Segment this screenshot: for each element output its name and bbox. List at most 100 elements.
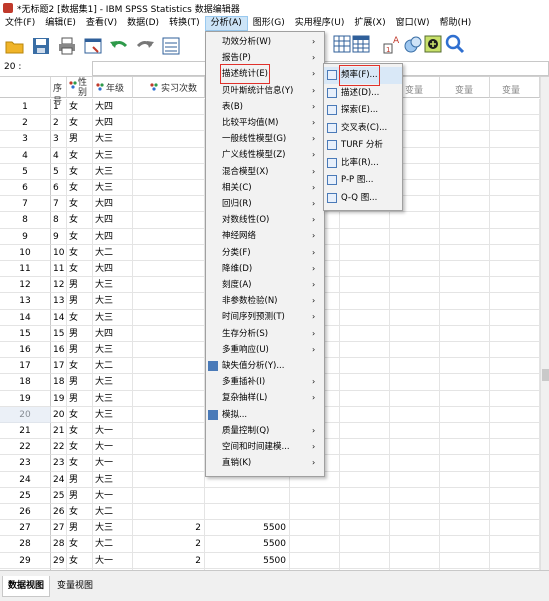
table-cell[interactable]: 19 [51, 390, 67, 407]
table-cell[interactable] [440, 309, 490, 326]
table-cell[interactable] [340, 325, 390, 342]
table-cell[interactable]: 9 [51, 228, 67, 245]
table-cell[interactable] [390, 309, 440, 326]
table-cell[interactable] [440, 520, 490, 537]
table-cell[interactable] [340, 455, 390, 472]
table-cell[interactable]: 大三 [93, 342, 133, 359]
analyze-menu-item[interactable]: 广义线性模型(Z) › [206, 147, 324, 163]
row-number[interactable]: 26 [0, 504, 51, 521]
table-cell[interactable]: 男 [67, 487, 93, 504]
menu-window[interactable]: 窗口(W) [391, 16, 435, 31]
row-number[interactable]: 18 [0, 374, 51, 391]
table-cell[interactable] [133, 196, 205, 213]
goto-case-icon[interactable] [160, 35, 182, 57]
table-cell[interactable] [440, 293, 490, 310]
table-cell[interactable] [440, 131, 490, 148]
corner-header[interactable] [0, 77, 51, 98]
table-cell[interactable]: 大四 [93, 99, 133, 116]
table-cell[interactable] [340, 390, 390, 407]
table-cell[interactable] [133, 293, 205, 310]
vertical-scrollbar[interactable] [540, 77, 549, 570]
table-cell[interactable] [390, 244, 440, 261]
table-cell[interactable] [440, 487, 490, 504]
undo-icon[interactable] [108, 35, 130, 57]
table-cell[interactable] [490, 325, 540, 342]
table-cell[interactable]: 大三 [93, 471, 133, 488]
table-cell[interactable] [133, 180, 205, 197]
table-cell[interactable]: 大三 [93, 180, 133, 197]
table-cell[interactable]: 1 [51, 99, 67, 116]
row-number[interactable]: 5 [0, 163, 51, 180]
table-cell[interactable] [133, 277, 205, 294]
table-cell[interactable]: 11 [51, 261, 67, 278]
table-cell[interactable] [340, 309, 390, 326]
descriptive-submenu-item[interactable]: Q-Q 图... [324, 190, 402, 207]
column-header-var-5[interactable]: 变量 [490, 77, 540, 98]
table-cell[interactable] [390, 325, 440, 342]
table-cell[interactable]: 23 [51, 455, 67, 472]
table-cell[interactable] [390, 374, 440, 391]
table-cell[interactable] [490, 455, 540, 472]
row-number[interactable]: 19 [0, 390, 51, 407]
table-cell[interactable]: 女 [67, 406, 93, 423]
table-cell[interactable] [133, 390, 205, 407]
table-cell[interactable] [390, 552, 440, 569]
table-cell[interactable] [133, 471, 205, 488]
table-cell[interactable] [440, 115, 490, 132]
menu-extensions[interactable]: 扩展(X) [349, 16, 390, 31]
analyze-menu-item[interactable]: 生存分析(S) › [206, 326, 324, 342]
row-number[interactable]: 15 [0, 325, 51, 342]
save-icon[interactable] [30, 35, 52, 57]
table-cell[interactable]: 女 [67, 455, 93, 472]
table-cell[interactable] [490, 309, 540, 326]
table-cell[interactable]: 24 [51, 471, 67, 488]
table-cell[interactable]: 5500 [205, 552, 290, 569]
value-labels-icon[interactable]: 1A [382, 33, 404, 55]
table-cell[interactable] [390, 342, 440, 359]
table-cell[interactable]: 大三 [93, 406, 133, 423]
table-cell[interactable]: 女 [67, 358, 93, 375]
table-cell[interactable]: 3 [51, 131, 67, 148]
table-cell[interactable] [390, 277, 440, 294]
table-cell[interactable] [490, 163, 540, 180]
analyze-menu-item[interactable]: 神经网络 › [206, 228, 324, 244]
table-cell[interactable] [440, 390, 490, 407]
table-cell[interactable] [490, 180, 540, 197]
menu-graphs[interactable]: 图形(G) [248, 16, 290, 31]
table-cell[interactable] [440, 358, 490, 375]
table-cell[interactable] [390, 439, 440, 456]
table-cell[interactable] [133, 99, 205, 116]
table-cell[interactable]: 6 [51, 180, 67, 197]
table-cell[interactable] [440, 147, 490, 164]
table-cell[interactable] [340, 552, 390, 569]
table-cell[interactable]: 14 [51, 309, 67, 326]
analyze-menu-item[interactable]: 描述统计(E) › [206, 64, 324, 85]
analyze-menu-item[interactable]: 报告(P) › [206, 50, 324, 66]
row-number[interactable]: 13 [0, 293, 51, 310]
scrollbar-thumb[interactable] [542, 369, 549, 381]
table-cell[interactable] [290, 487, 340, 504]
table-cell[interactable]: 大一 [93, 455, 133, 472]
row-number[interactable]: 16 [0, 342, 51, 359]
menu-view[interactable]: 查看(V) [81, 16, 122, 31]
analyze-menu-item[interactable]: 表(B) › [206, 99, 324, 115]
open-icon[interactable] [4, 35, 26, 57]
row-number[interactable]: 10 [0, 244, 51, 261]
table-cell[interactable] [490, 99, 540, 116]
table-cell[interactable]: 20 [51, 406, 67, 423]
analyze-menu-item[interactable]: 功效分析(W) › [206, 34, 324, 50]
table-cell[interactable] [490, 212, 540, 229]
row-number[interactable]: 2 [0, 115, 51, 132]
table-cell[interactable] [440, 212, 490, 229]
table-cell[interactable]: 男 [67, 131, 93, 148]
table-cell[interactable]: 大二 [93, 504, 133, 521]
descriptive-submenu-item[interactable]: P-P 图... [324, 172, 402, 189]
table-cell[interactable]: 大三 [93, 390, 133, 407]
table-cell[interactable]: 大三 [93, 309, 133, 326]
menu-file[interactable]: 文件(F) [0, 16, 40, 31]
table-cell[interactable]: 2 [133, 552, 205, 569]
table-cell[interactable]: 大四 [93, 261, 133, 278]
table-cell[interactable]: 男 [67, 293, 93, 310]
table-cell[interactable]: 男 [67, 277, 93, 294]
analyze-menu-item[interactable]: 分类(F) › [206, 245, 324, 261]
